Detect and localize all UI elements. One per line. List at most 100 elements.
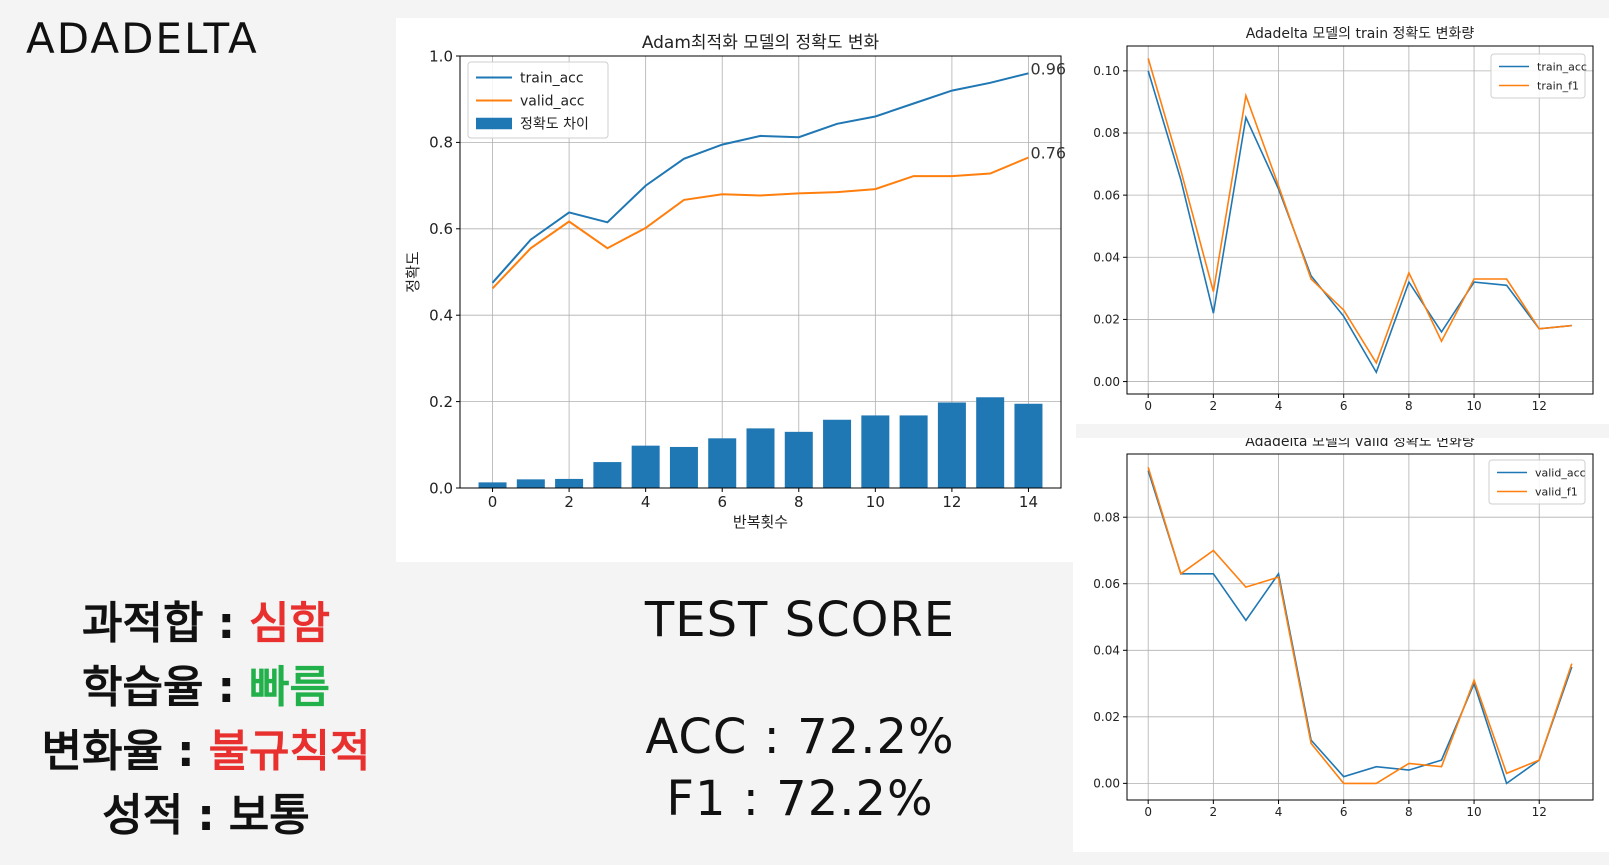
bar bbox=[746, 428, 775, 488]
bar bbox=[861, 415, 890, 488]
summary-row-learning-rate: 학습율: 빠름 bbox=[0, 656, 412, 720]
test-score-block: TEST SCORE ACC : 72.2% F1 : 72.2% bbox=[590, 590, 1010, 830]
bar bbox=[784, 431, 813, 488]
summary-separator: : bbox=[197, 790, 215, 841]
summary-value: 빠름 bbox=[249, 662, 331, 713]
x-tick-label: 0 bbox=[1144, 805, 1152, 819]
summary-label: 성적 bbox=[102, 790, 184, 841]
summary-separator: : bbox=[217, 662, 236, 713]
y-tick-label: 0.10 bbox=[1093, 64, 1120, 78]
train-delta-chart: 0 2 4 6 8 10 12 0.00 0.02 0.04 0.06 0.08 0.10 Adadelt… bbox=[1073, 18, 1609, 424]
series-line-valid_acc bbox=[491, 156, 1029, 290]
y-tick-label: 0.4 bbox=[429, 306, 453, 324]
summary-value: 보통 bbox=[228, 790, 310, 841]
legend-label: valid_acc bbox=[520, 93, 585, 109]
legend-label: train_acc bbox=[1537, 60, 1587, 73]
y-tick-label: 1.0 bbox=[429, 47, 453, 65]
y-tick-label: 0.0 bbox=[429, 479, 453, 497]
summary-value: 심함 bbox=[249, 598, 331, 649]
y-tick-label: 0.06 bbox=[1093, 577, 1120, 591]
x-tick-label: 2 bbox=[564, 493, 574, 511]
y-tick-label: 0.02 bbox=[1093, 710, 1120, 724]
x-tick-label: 6 bbox=[717, 493, 727, 511]
x-tick-label: 8 bbox=[794, 493, 804, 511]
bar bbox=[937, 402, 966, 488]
summary-row-overfitting: 과적합: 심함 bbox=[0, 592, 412, 656]
x-tick-label: 8 bbox=[1405, 399, 1413, 413]
x-tick-label: 2 bbox=[1210, 805, 1218, 819]
f1-value: 72.2% bbox=[776, 771, 934, 827]
bar bbox=[708, 438, 737, 488]
summary-label: 변화율 bbox=[41, 726, 163, 777]
test-score-title: TEST SCORE bbox=[644, 592, 956, 648]
bar bbox=[516, 479, 545, 488]
bar bbox=[976, 397, 1005, 488]
slide-title: ADADELTA bbox=[26, 14, 259, 63]
legend-label: valid_f1 bbox=[1535, 485, 1578, 498]
x-tick-label: 10 bbox=[1466, 805, 1481, 819]
legend-label: valid_acc bbox=[1535, 466, 1586, 479]
x-tick-label: 12 bbox=[1532, 805, 1547, 819]
y-tick-label: 0.04 bbox=[1093, 643, 1120, 657]
legend-label: train_acc bbox=[520, 70, 584, 86]
x-tick-label: 6 bbox=[1340, 399, 1348, 413]
plot-frame bbox=[1126, 453, 1594, 801]
legend-label: train_f1 bbox=[1537, 79, 1579, 92]
x-tick-label: 0 bbox=[1144, 399, 1152, 413]
data-label: 0.96 bbox=[1030, 59, 1066, 78]
chart-title: Adadelta 모델의 train 정확도 변화량 bbox=[1246, 26, 1475, 42]
x-tick-label: 14 bbox=[1019, 493, 1038, 511]
x-tick-label: 4 bbox=[641, 493, 651, 511]
y-tick-label: 0.08 bbox=[1093, 510, 1120, 524]
y-tick-label: 0.8 bbox=[429, 134, 453, 152]
test-f1-row: F1 : 72.2% bbox=[666, 771, 934, 827]
y-tick-label: 0.6 bbox=[429, 220, 453, 238]
bar bbox=[555, 478, 584, 488]
bar bbox=[669, 446, 698, 488]
x-tick-label: 8 bbox=[1405, 805, 1413, 819]
y-tick-label: 0.04 bbox=[1093, 250, 1120, 264]
summary-label: 학습율 bbox=[81, 662, 204, 713]
bar bbox=[631, 445, 660, 488]
x-tick-label: 4 bbox=[1275, 805, 1283, 819]
x-tick-label: 2 bbox=[1210, 399, 1218, 413]
summary-row-grade: 성적: 보통 bbox=[0, 784, 412, 848]
bar bbox=[478, 482, 507, 488]
valid-delta-chart: 0 2 4 6 8 10 12 0.00 0.02 0.04 0.06 0.08 Adadelta 모델… bbox=[1073, 438, 1609, 852]
y-tick-label: 0.00 bbox=[1093, 777, 1120, 791]
summary-row-change-rate: 변화율: 불규칙적 bbox=[0, 720, 412, 784]
f1-label: F1 bbox=[666, 771, 727, 827]
series-line-train_f1 bbox=[1147, 58, 1572, 365]
chart-title: Adadelta 모델의 valid 정확도 변화량 bbox=[1245, 438, 1475, 450]
y-tick-label: 0.06 bbox=[1093, 188, 1120, 202]
series-line-valid_f1 bbox=[1147, 467, 1573, 785]
y-tick-label: 0.2 bbox=[429, 393, 453, 411]
x-tick-label: 10 bbox=[866, 493, 885, 511]
acc-value: 72.2% bbox=[797, 709, 955, 765]
data-label: 0.76 bbox=[1030, 144, 1066, 163]
x-tick-label: 6 bbox=[1340, 805, 1348, 819]
x-tick-label: 0 bbox=[488, 493, 498, 511]
legend-label: 정확도 차이 bbox=[520, 116, 589, 132]
bar bbox=[823, 419, 852, 488]
chart-svg: 0 2 4 6 8 10 12 0.00 0.02 0.04 0.06 0.08 Adadelta 모델… bbox=[1093, 438, 1594, 819]
bar bbox=[899, 415, 928, 488]
chart-svg: 0 2 4 6 8 10 12 14 0.0 0.2 0.4 0.6 0.8 1.0 Adam최적화 모델의… bbox=[404, 33, 1066, 531]
y-tick-label: 0.02 bbox=[1093, 313, 1120, 327]
summary-separator: : bbox=[176, 726, 195, 777]
summary-label: 과적합 bbox=[81, 598, 204, 649]
y-tick-label: 0.00 bbox=[1093, 375, 1120, 389]
legend-swatch bbox=[476, 117, 512, 130]
x-axis-label: 반복횟수 bbox=[733, 513, 788, 531]
x-tick-label: 12 bbox=[942, 493, 961, 511]
acc-label: ACC bbox=[645, 709, 748, 765]
chart-title: Adam최적화 모델의 정확도 변화 bbox=[642, 33, 880, 53]
chart-svg: 0 2 4 6 8 10 12 0.00 0.02 0.04 0.06 0.08 0.10 Adadelt… bbox=[1093, 26, 1594, 413]
main-accuracy-chart: 0 2 4 6 8 10 12 14 0.0 0.2 0.4 0.6 0.8 1.0 Adam최적화 모델의… bbox=[396, 18, 1076, 562]
y-axis-label: 정확도 bbox=[404, 251, 422, 293]
summary-separator: : bbox=[217, 598, 236, 649]
y-tick-label: 0.08 bbox=[1093, 126, 1120, 140]
series-line-train_acc bbox=[1147, 70, 1572, 375]
x-tick-label: 10 bbox=[1466, 399, 1481, 413]
x-tick-label: 4 bbox=[1275, 399, 1283, 413]
